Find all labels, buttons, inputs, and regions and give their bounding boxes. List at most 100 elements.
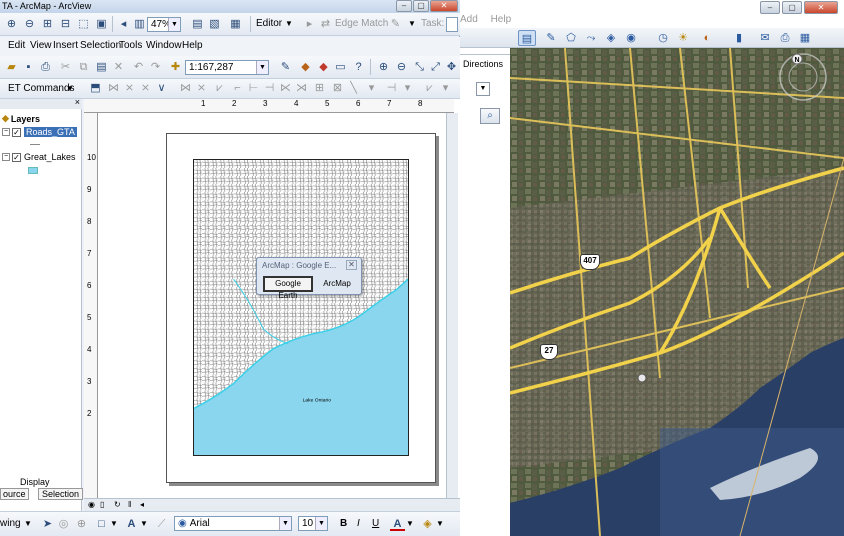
edge-match-label[interactable]: Edge Match [335,18,388,29]
toc-layer-roads[interactable]: − ✓ Roads_GTA [2,127,77,137]
select-elements-icon[interactable]: ➤ [40,517,55,531]
menu-insert[interactable]: Insert [53,40,78,51]
fixed-zoom-out-icon[interactable]: ⊟ [58,17,73,31]
pause-icon[interactable]: ‖ [128,500,131,509]
chevron-down-icon[interactable]: ▼ [406,519,414,528]
toolbox-red-icon[interactable]: ◆ [316,60,331,74]
menu-edit[interactable]: Edit [8,40,25,51]
menu-view[interactable]: View [30,40,52,51]
sunlight-icon[interactable]: ☀ [674,30,692,46]
layer-name-roads[interactable]: Roads_GTA [24,127,77,137]
et-tool-21-icon[interactable]: ▾ [438,81,453,95]
chevron-down-icon[interactable]: ▼ [140,519,148,528]
layer-name-lakes[interactable]: Great_Lakes [24,152,76,162]
rotate-icon[interactable]: ◎ [56,517,71,531]
refresh-icon[interactable]: ↻ [114,500,121,509]
zoom-out-icon[interactable]: ⊖ [394,60,409,74]
zoom-100-icon[interactable]: ▣ [94,17,109,31]
zoom-whole-page-icon[interactable]: ⬚ [76,17,91,31]
edit-tool-icon[interactable]: ▸ [302,17,317,31]
et-tool-15-icon[interactable]: ⊠ [330,81,345,95]
chevron-down-icon[interactable]: ▼ [110,519,118,528]
vertical-scrollbar[interactable] [446,113,458,498]
collapse-icon[interactable]: − [2,153,10,161]
et-tool-19-icon[interactable]: ▾ [400,81,415,95]
fill-color-icon[interactable]: ◈ [420,517,435,531]
edge-match-icon[interactable]: ⇄ [318,17,333,31]
et-tool-8-icon[interactable]: ⩗ [212,81,227,95]
font-name-combo[interactable]: ◉ Arial ▼ [174,516,292,531]
fixed-zoom-in-icon[interactable]: ⊞ [40,17,55,31]
menu-tools[interactable]: Tools [119,40,142,51]
zoom-percent-combo[interactable]: 47% ▼ [147,17,181,32]
arcmap-button[interactable]: ArcMap [317,276,357,292]
rectangle-icon[interactable]: □ [94,517,109,531]
bold-button[interactable]: B [340,518,347,529]
print-icon[interactable]: ⎙ [38,60,53,74]
placemark-icon[interactable]: ✎ [542,30,560,46]
email-icon[interactable]: ✉ [756,30,774,46]
toggle-draft-icon[interactable]: ▤ [190,17,205,31]
task-combo[interactable] [446,17,458,32]
google-earth-button[interactable]: Google Earth [263,276,313,300]
et-tool-3-icon[interactable]: ⨯ [122,81,137,95]
minimize-icon[interactable]: – [760,1,780,14]
planets-icon[interactable]: ◐ [698,30,716,46]
toc-layers-root[interactable]: ◆ Layers [2,113,40,124]
italic-button[interactable]: I [357,518,360,529]
menu-help[interactable]: Help [182,40,203,51]
chevron-down-icon[interactable]: ▼ [285,19,293,28]
tab-display[interactable]: Display [20,477,50,487]
et-tool-16-icon[interactable]: ╲ [346,81,361,95]
tab-source[interactable]: ource [0,488,29,500]
cut-icon[interactable]: ✂ [58,60,73,74]
save-icon[interactable]: ▪ [21,60,36,74]
chevron-down-icon[interactable]: ▼ [168,18,180,31]
horizontal-scrollbar[interactable]: ◉ ▯ ↻ ‖ ◂ [84,498,460,511]
chevron-down-icon[interactable]: ▼ [436,519,444,528]
sketch-tool-icon[interactable]: ✎ [388,17,403,31]
overlay-icon[interactable]: ◈ [602,30,620,46]
et-commands-menu[interactable]: ET Commands [8,83,75,94]
chevron-down-icon[interactable]: ▼ [256,61,268,74]
close-icon[interactable]: × [75,97,80,107]
close-icon[interactable]: ✕ [346,260,357,270]
historical-imagery-icon[interactable]: ◷ [654,30,672,46]
focus-data-frame-icon[interactable]: ▧ [207,17,222,31]
ge-menu-add[interactable]: Add [460,14,478,25]
editor-menu[interactable]: Editor [256,18,282,29]
arctoolbox-icon[interactable]: ◆ [298,60,313,74]
et-tool-10-icon[interactable]: ⊢ [246,81,261,95]
maximize-icon[interactable]: ▢ [413,0,429,12]
font-size-combo[interactable]: 10 ▼ [298,516,328,531]
change-layout-icon[interactable]: ▦ [228,17,243,31]
undo-icon[interactable]: ↶ [131,60,146,74]
chevron-down-icon[interactable]: ▼ [24,519,32,528]
view-in-maps-icon[interactable]: ▦ [796,30,814,46]
et-tool-2-icon[interactable]: ⋈ [106,81,121,95]
chevron-down-icon[interactable]: ▼ [408,19,416,28]
et-tool-11-icon[interactable]: ⊣ [262,81,277,95]
font-color-icon[interactable]: A [390,517,405,531]
collapse-icon[interactable]: − [2,128,10,136]
zoom-in-icon[interactable]: ⊕ [376,60,391,74]
et-tool-6-icon[interactable]: ⋈ [178,81,193,95]
whats-this-icon[interactable]: ? [351,60,366,74]
open-icon[interactable]: ▰ [4,60,19,74]
minimize-icon[interactable]: – [396,0,412,12]
et-tool-14-icon[interactable]: ⊞ [312,81,327,95]
go-back-icon[interactable]: ◂ [116,17,131,31]
chevron-down-icon[interactable]: ▼ [315,517,327,530]
navigation-compass-icon[interactable]: N [778,52,828,102]
page-extent-icon[interactable]: ▥ [132,17,147,31]
paste-icon[interactable]: ▤ [94,60,109,74]
print-icon[interactable]: ⎙ [776,30,794,46]
drawing-menu[interactable]: wing [0,518,21,529]
et-tool-9-icon[interactable]: ⌐ [230,81,245,95]
chevron-down-icon[interactable]: ▼ [279,517,291,530]
et-tool-17-icon[interactable]: ▾ [364,81,379,95]
delete-icon[interactable]: ✕ [111,60,126,74]
command-line-icon[interactable]: ▭ [333,60,348,74]
editor-toolbar-icon[interactable]: ✎ [278,60,293,74]
toc-layer-lakes[interactable]: − ✓ Great_Lakes [2,152,76,162]
